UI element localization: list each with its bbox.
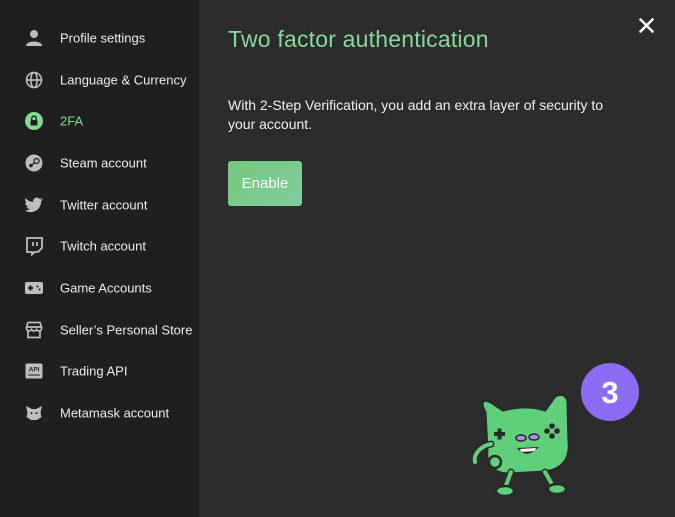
sidebar-item-profile-settings[interactable]: Profile settings <box>0 20 199 56</box>
sidebar-item-label: Game Accounts <box>60 280 152 296</box>
lock-icon <box>24 111 44 131</box>
sidebar-item-label: 2FA <box>60 113 84 129</box>
sidebar-item-label: Seller’s Personal Store <box>60 322 193 338</box>
close-icon <box>638 17 654 33</box>
sidebar-item-steam-account[interactable]: Steam account <box>0 145 199 181</box>
twitch-icon <box>24 236 44 256</box>
enable-button[interactable]: Enable <box>228 161 302 206</box>
sidebar-item-label: Trading API <box>60 363 128 379</box>
close-button[interactable] <box>635 14 657 36</box>
store-icon <box>24 320 44 340</box>
sidebar-item-twitch-account[interactable]: Twitch account <box>0 228 199 264</box>
sidebar-item-game-accounts[interactable]: Game Accounts <box>0 270 199 306</box>
user-icon <box>24 28 44 48</box>
steam-icon <box>24 153 44 173</box>
sidebar-item-trading-api[interactable]: API Trading API <box>0 353 199 389</box>
description-text: With 2-Step Verification, you add an ext… <box>228 97 604 132</box>
mascot-illustration: 3 <box>463 362 643 507</box>
svg-text:API: API <box>29 367 40 374</box>
sidebar: Profile settings Language & Currency 2FA <box>0 0 199 517</box>
page-title: Two factor authentication <box>228 26 489 52</box>
sidebar-item-label: Profile settings <box>60 30 146 46</box>
sidebar-item-sellers-personal-store[interactable]: Seller’s Personal Store <box>0 312 199 348</box>
sidebar-item-twitter-account[interactable]: Twitter account <box>0 187 199 223</box>
sidebar-item-language-currency[interactable]: Language & Currency <box>0 62 199 98</box>
sidebar-item-metamask-account[interactable]: Metamask account <box>0 395 199 431</box>
step-badge: 3 <box>581 363 639 421</box>
sidebar-item-2fa[interactable]: 2FA <box>0 103 199 139</box>
api-icon: API <box>24 361 44 381</box>
sidebar-item-label: Steam account <box>60 155 147 171</box>
fox-icon <box>24 403 44 423</box>
main-panel: Two factor authentication With 2-Step Ve… <box>199 0 675 517</box>
sidebar-item-label: Twitter account <box>60 197 148 213</box>
sidebar-item-label: Metamask account <box>60 405 170 421</box>
globe-icon <box>24 70 44 90</box>
step-badge-number: 3 <box>601 375 618 410</box>
sidebar-item-label: Twitch account <box>60 238 146 254</box>
twitter-icon <box>24 195 44 215</box>
gamepad-icon <box>24 278 44 298</box>
sidebar-item-label: Language & Currency <box>60 72 187 88</box>
